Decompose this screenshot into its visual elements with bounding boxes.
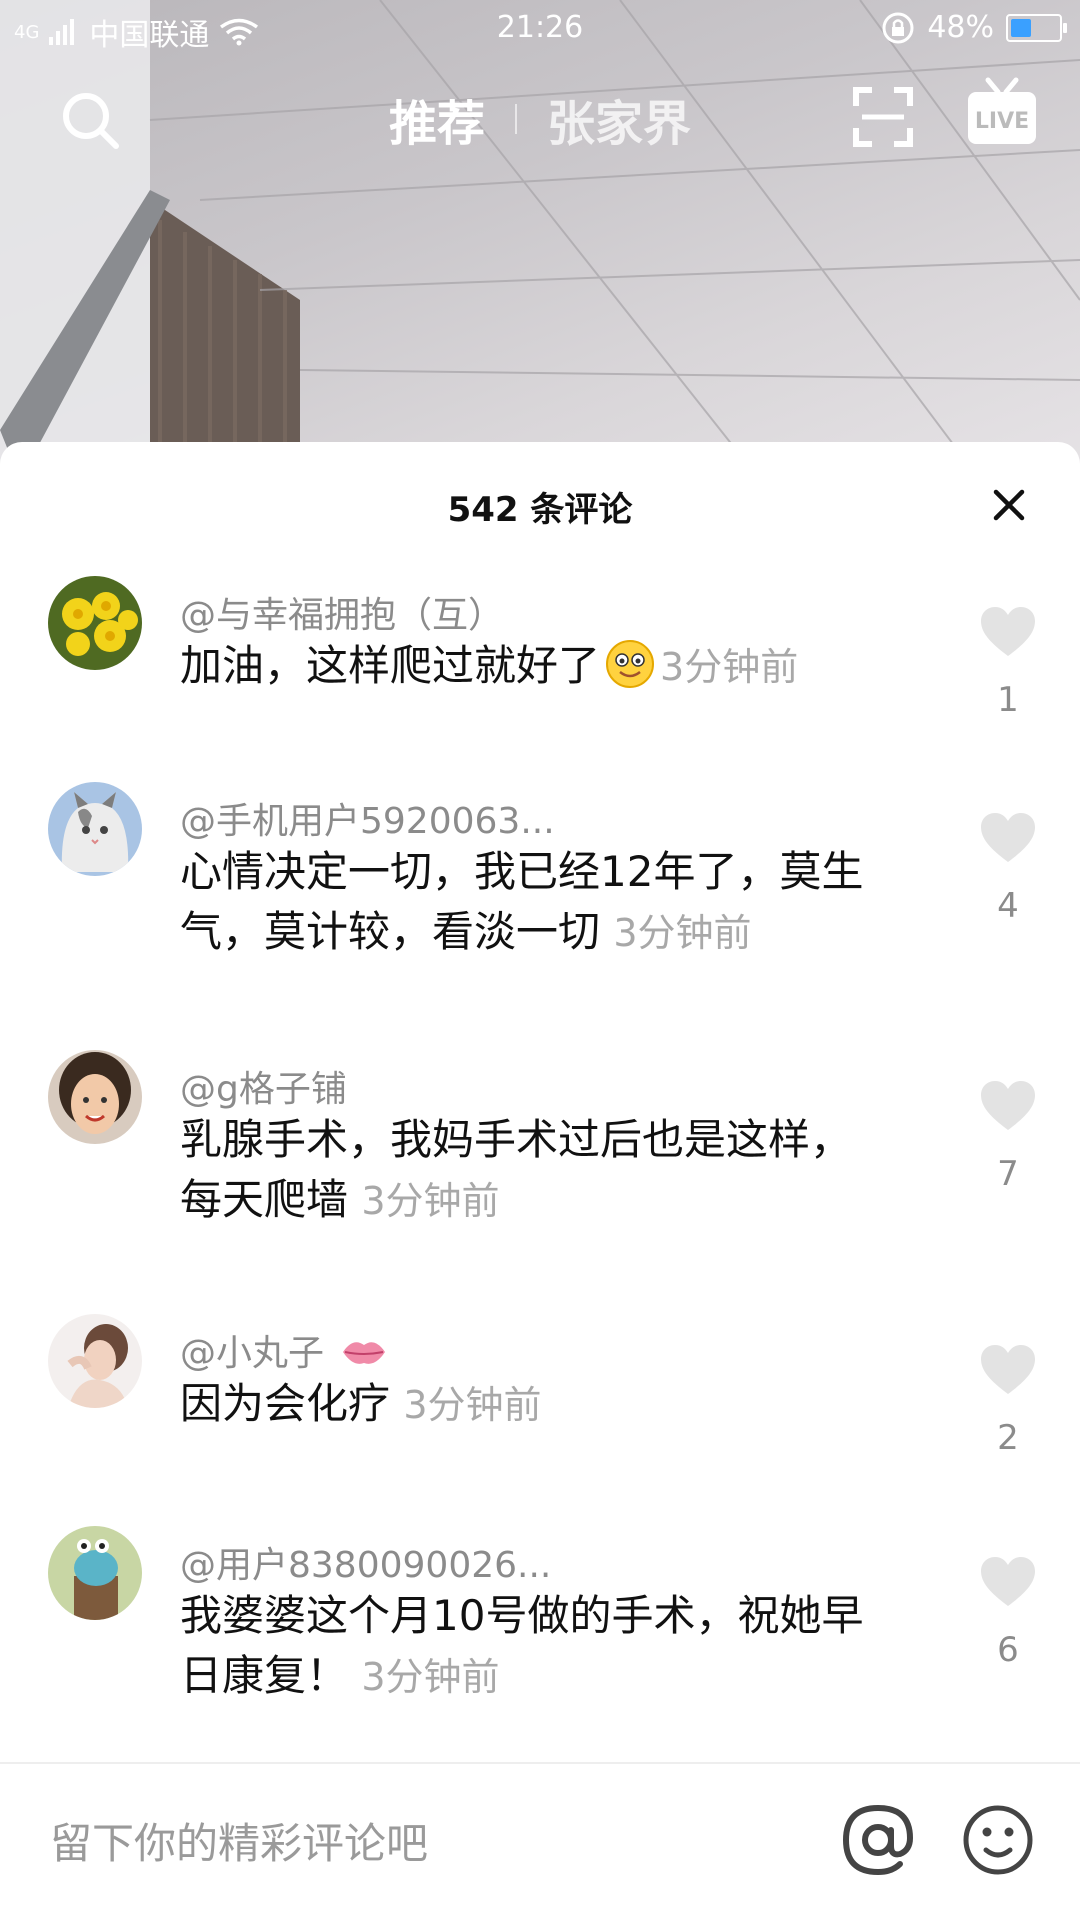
comment-body: 因为会化疗 3分钟前 [180,1374,870,1435]
tab-divider [515,104,517,134]
comment-text: 心情决定一切，我已经12年了，莫生气，莫计较，看淡一切 [180,847,864,956]
smile-emoji-icon [606,640,655,688]
avatar[interactable] [48,1526,142,1620]
battery-percent: 48% [927,10,994,45]
like-count: 2 [997,1418,1019,1458]
comment-text: 乳腺手术，我妈手术过后也是这样，每天爬墙 [180,1115,853,1224]
nav-tabs: 推荐 张家界 [0,84,1080,154]
kitten-avatar-image [48,782,142,876]
comment-item[interactable]: @g格子铺 乳腺手术，我妈手术过后也是这样，每天爬墙 3分钟前 7 [0,1040,1080,1280]
comment-username-row: @小丸子 [180,1324,387,1376]
lips-emoji-icon [343,1342,386,1364]
rotation-lock-icon [882,12,914,43]
comments-header: 542 条评论 [0,442,1080,566]
comment-text: 因为会化疗 [180,1379,391,1428]
comment-body: 心情决定一切，我已经12年了，莫生气，莫计较，看淡一切 3分钟前 [180,842,870,963]
comment-text: 加油，这样爬过就好了 [180,641,601,690]
comment-body: 我婆婆这个月10号做的手术，祝她早日康复！ 3分钟前 [180,1586,870,1707]
comment-username[interactable]: @手机用户5920063... [180,792,555,844]
comment-text: 我婆婆这个月10号做的手术，祝她早日康复！ [180,1591,864,1700]
like-count: 1 [997,680,1019,720]
avatar[interactable] [48,782,142,876]
comment-time: 3分钟前 [403,1383,542,1427]
heart-icon [981,1345,1035,1394]
live-label: LIVE [975,109,1029,134]
like-count: 4 [997,886,1019,926]
comment-item[interactable]: @与幸福拥抱（互） 加油，这样爬过就好了 3分钟前 1 [0,566,1080,754]
heart-icon [981,1557,1035,1606]
woman-avatar-image [48,1314,142,1408]
mention-icon[interactable] [838,1800,918,1880]
heart-icon [981,1081,1035,1130]
like-count: 7 [997,1154,1019,1194]
like-button[interactable]: 6 [978,1556,1038,1670]
tab-recommend[interactable]: 推荐 [389,84,485,154]
status-right: 48% [881,10,1067,45]
comment-time: 3分钟前 [361,1179,500,1223]
comment-time: 3分钟前 [613,911,752,955]
status-bar: 4G 中国联通 21:26 48% [0,0,1080,56]
like-button[interactable]: 7 [978,1080,1038,1194]
comments-panel: 542 条评论 @与幸福拥抱（互） 加油，这样爬过就好了 3分钟前 1 @手机用… [0,442,1080,1920]
battery-cap [1063,22,1067,33]
like-button[interactable]: 1 [978,606,1038,720]
tab-location[interactable]: 张家界 [547,84,691,154]
heart-icon [981,607,1035,656]
comment-body: 乳腺手术，我妈手术过后也是这样，每天爬墙 3分钟前 [180,1110,870,1231]
like-count: 6 [997,1630,1019,1670]
comment-username[interactable]: @g格子铺 [180,1060,347,1112]
comment-item[interactable]: @小丸子 因为会化疗 3分钟前 2 [0,1304,1080,1484]
battery-icon [1006,13,1067,42]
comment-time: 3分钟前 [361,1655,500,1699]
comment-input[interactable] [48,1812,812,1874]
comment-input-bar [0,1762,1080,1922]
battery-fill [1011,18,1031,37]
avatar[interactable] [48,1050,142,1144]
comment-count-title: 542 条评论 [447,490,633,530]
heart-icon [981,813,1035,862]
comment-item[interactable]: @用户8380090026... 我婆婆这个月10号做的手术，祝她早日康复！ 3… [0,1516,1080,1756]
avatar[interactable] [48,1314,142,1408]
scan-icon[interactable] [852,86,914,148]
avatar[interactable] [48,576,142,670]
comment-time: 3分钟前 [660,645,799,689]
top-nav: 推荐 张家界 LIVE [0,70,1080,160]
like-button[interactable]: 2 [978,1344,1038,1458]
comment-username[interactable]: @用户8380090026... [180,1536,551,1588]
comment-username[interactable]: @小丸子 [180,1333,324,1374]
live-icon[interactable]: LIVE [966,76,1038,148]
comment-item[interactable]: @手机用户5920063... 心情决定一切，我已经12年了，莫生气，莫计较，看… [0,772,1080,1012]
comment-username[interactable]: @与幸福拥抱（互） [180,586,504,638]
cartoon-avatar-image [48,1526,142,1620]
flower-avatar-image [48,576,142,670]
emoji-icon[interactable] [958,1800,1038,1880]
close-icon[interactable] [984,480,1034,530]
comment-body: 加油，这样爬过就好了 3分钟前 [180,636,870,697]
like-button[interactable]: 4 [978,812,1038,926]
girl-avatar-image [48,1050,142,1144]
